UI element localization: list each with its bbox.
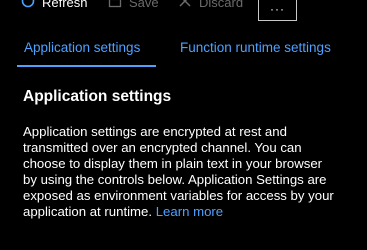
close-icon [178, 0, 192, 11]
active-tab-indicator [17, 65, 156, 67]
discard-label: Discard [199, 0, 244, 10]
section-title: Application settings [23, 88, 172, 105]
more-icon: ··· [270, 2, 285, 16]
description-line: by using the controls below. Application… [23, 172, 327, 187]
refresh-button[interactable]: Refresh [21, 0, 88, 13]
description-line-text: application at runtime. [23, 204, 153, 219]
description-line: transmitted over an encrypted channel. Y… [23, 140, 302, 155]
description-line-last: application at runtime. Learn more [23, 204, 363, 220]
description-line: Application settings are encrypted at re… [23, 124, 287, 139]
description-line: exposed as environment variables for acc… [23, 188, 334, 203]
refresh-label: Refresh [42, 0, 88, 10]
command-bar: Refresh Save Discard ··· [0, 0, 367, 22]
section-description: Application settings are encrypted at re… [23, 124, 363, 220]
learn-more-link[interactable]: Learn more [156, 204, 223, 219]
settings-tabs: Application settings Function runtime se… [0, 36, 367, 68]
discard-button[interactable]: Discard [178, 0, 243, 13]
save-button[interactable]: Save [108, 0, 159, 13]
tab-function-runtime-settings[interactable]: Function runtime settings [180, 40, 331, 55]
save-icon [108, 0, 122, 11]
more-options-button[interactable]: ··· [258, 0, 297, 21]
tab-application-settings[interactable]: Application settings [24, 40, 140, 55]
save-label: Save [129, 0, 159, 10]
refresh-icon [21, 0, 35, 11]
description-line: choose to display them in plain text in … [23, 156, 323, 171]
